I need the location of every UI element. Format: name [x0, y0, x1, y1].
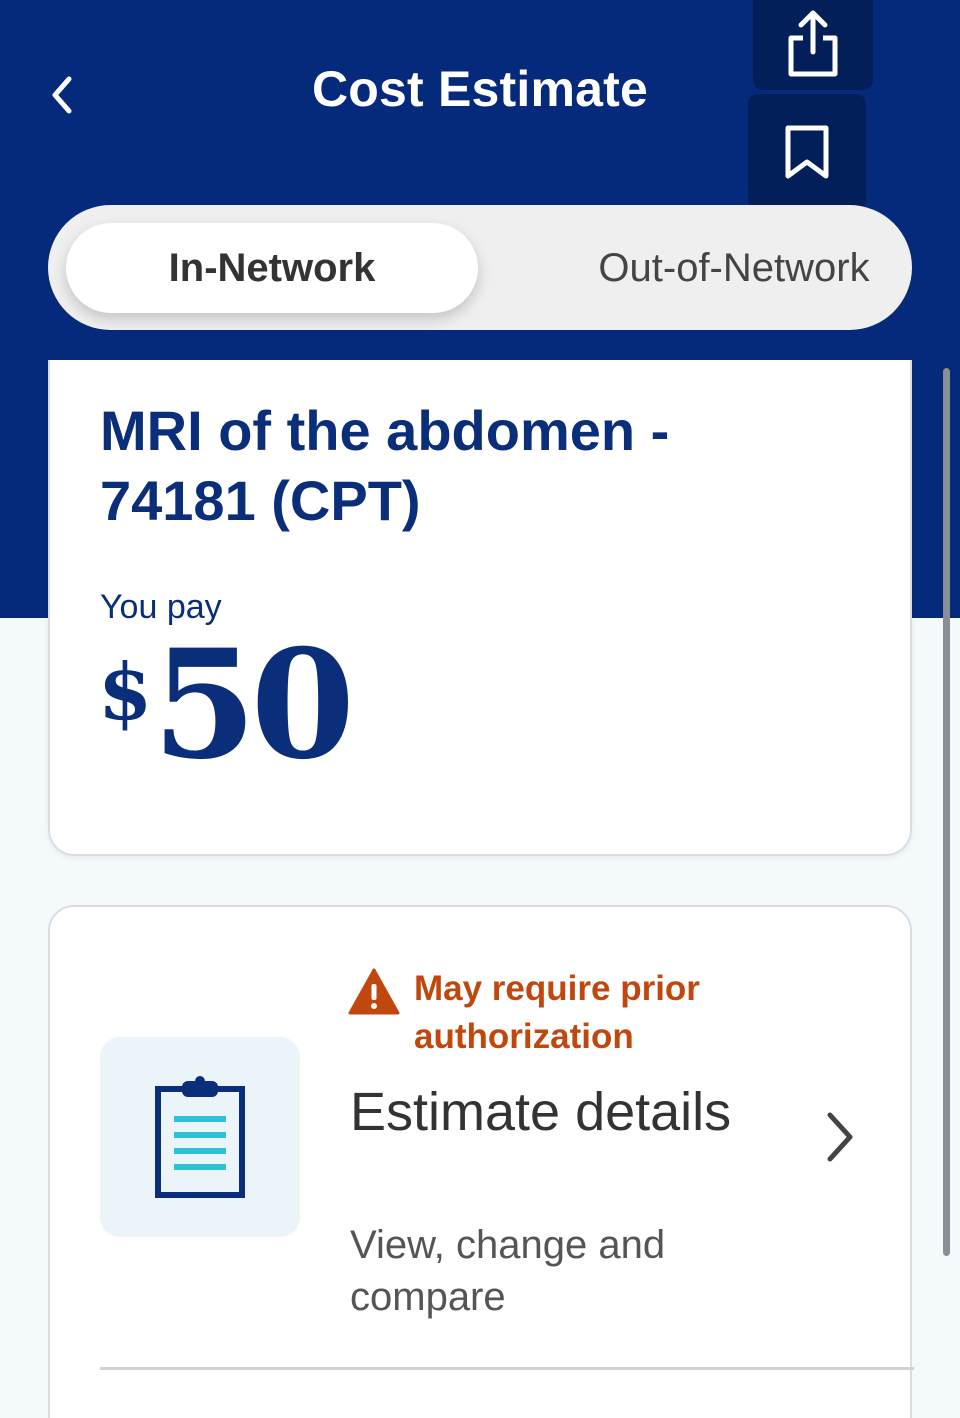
estimate-details-subtitle: View, change and compare: [350, 1223, 666, 1319]
clipboard-tile: [100, 1037, 300, 1237]
price-currency: $: [98, 647, 153, 738]
tab-in-network[interactable]: In-Network: [66, 223, 478, 313]
share-button[interactable]: [753, 0, 873, 90]
price-amount: 50: [152, 617, 355, 793]
share-icon: [788, 10, 838, 77]
price: $50: [98, 625, 355, 785]
procedure-title: MRI of the abdomen - 74181 (CPT): [100, 399, 670, 532]
warning-icon: [348, 968, 400, 1015]
clipboard-icon: [155, 1076, 245, 1198]
prior-auth-warning: May require prior authorization: [348, 965, 768, 1061]
cost-summary-card: MRI of the abdomen - 74181 (CPT) You pay…: [48, 360, 912, 856]
tab-out-of-network[interactable]: Out-of-Network: [528, 223, 940, 313]
network-toggle: In-Network Out-of-Network: [48, 205, 912, 330]
bookmark-button[interactable]: [748, 94, 866, 210]
chevron-right-icon[interactable]: [820, 1107, 860, 1167]
bookmark-icon: [785, 125, 829, 179]
scrollbar[interactable]: [943, 368, 950, 1256]
divider: [100, 1367, 914, 1370]
estimate-details-card[interactable]: May require prior authorization Estimate…: [48, 905, 914, 1418]
estimate-details-title: Estimate details: [350, 1082, 732, 1142]
warning-text: May require prior authorization: [414, 969, 700, 1056]
